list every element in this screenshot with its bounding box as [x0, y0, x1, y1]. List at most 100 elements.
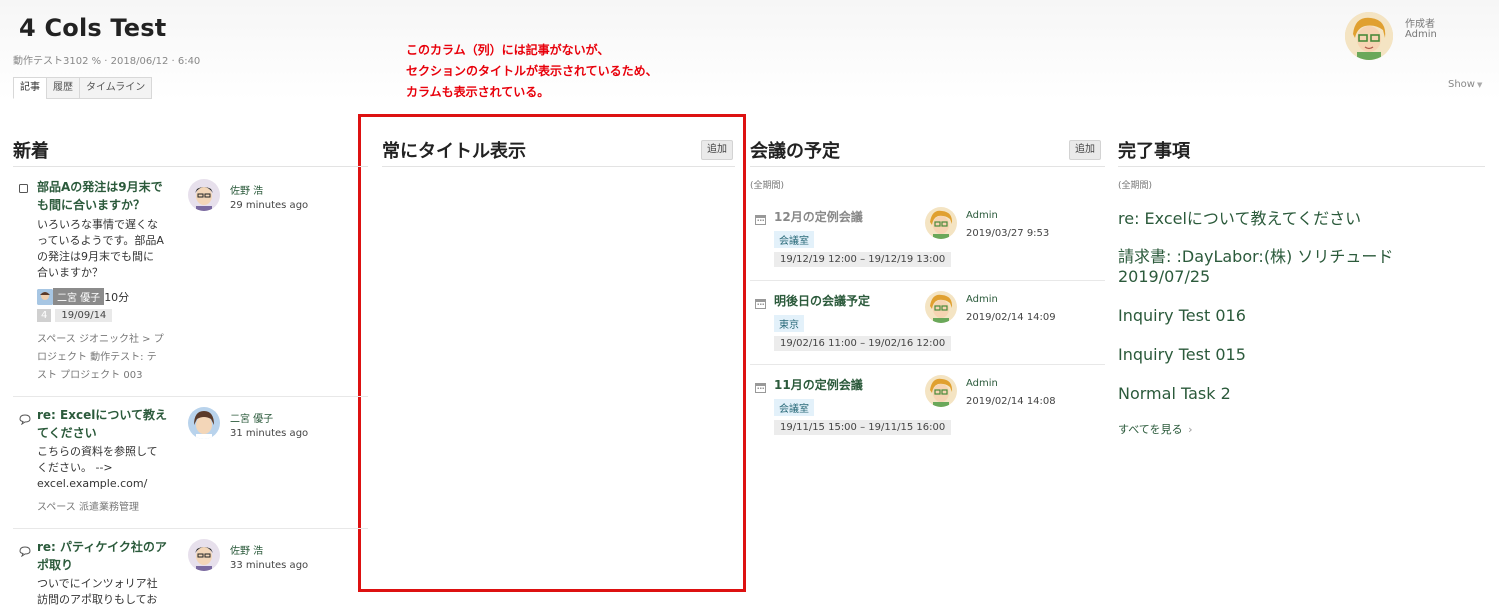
meeting-time-range: 19/11/15 15:00 – 19/11/15 16:00: [774, 420, 952, 435]
feed-item-body: こちらの資料を参照して ください。 --> excel.example.com/: [37, 444, 187, 492]
feed-item-space[interactable]: スペース 派遣業務管理: [37, 499, 139, 517]
author-avatar[interactable]: [1345, 12, 1393, 60]
count-badge: 4: [37, 309, 52, 322]
meeting-title[interactable]: 11月の定例会議: [774, 376, 863, 393]
meeting-time-range: 19/12/19 12:00 – 19/12/19 13:00: [774, 252, 952, 267]
admin-avatar[interactable]: [925, 375, 957, 407]
author-name[interactable]: Admin: [1405, 29, 1437, 40]
comment-icon: [19, 410, 31, 429]
feed-item-user[interactable]: 二宮 優子: [230, 410, 273, 425]
column-rule: [750, 166, 1105, 167]
comment-icon: [19, 542, 31, 561]
body-line: の発注は9月末でも間に: [37, 250, 154, 263]
user-avatar[interactable]: [188, 407, 220, 439]
period-label: (全期間): [1118, 181, 1153, 191]
done-item-link[interactable]: Inquiry Test 016: [1118, 306, 1246, 326]
page-tabs: 記事 履歴 タイムライン: [13, 77, 153, 99]
period-label: (全期間): [750, 181, 785, 191]
chevron-right-icon: ›: [1188, 423, 1193, 436]
calendar-icon: [755, 378, 766, 397]
item-divider: [13, 396, 368, 397]
calendar-icon: [755, 210, 766, 229]
meeting-user[interactable]: Admin: [966, 378, 998, 389]
column-title-always: 常にタイトル表示: [382, 141, 526, 162]
done-item-link[interactable]: 請求書: :DayLabor:(株) ソリチュード 2019/07/25: [1118, 247, 1393, 287]
column-title-done: 完了事項: [1118, 141, 1190, 162]
meeting-date: 2019/02/14 14:09: [966, 312, 1056, 323]
body-line: ついでにインツォリア社: [37, 577, 158, 590]
page-title: 4 Cols Test: [19, 14, 167, 42]
tab-articles[interactable]: 記事: [13, 77, 47, 99]
item-divider: [13, 528, 368, 529]
user-avatar[interactable]: [188, 539, 220, 571]
see-all-link[interactable]: すべてを見る ›: [1118, 421, 1192, 437]
assignee-chip[interactable]: 二宮 優子: [53, 288, 105, 305]
meeting-date: 2019/02/14 14:08: [966, 396, 1056, 407]
add-button[interactable]: 追加: [701, 140, 733, 160]
body-line: ください。 -->: [37, 461, 113, 474]
title-line: re: パティケイク社のア: [37, 540, 167, 554]
annotation-note: このカラム（列）には記事がないが、 セクションのタイトルが表示されているため、 …: [406, 43, 658, 99]
body-line: いろいろな事情で遅くな: [37, 218, 158, 231]
checkbox-icon[interactable]: [19, 179, 29, 198]
feed-item-time: 29 minutes ago: [230, 200, 309, 211]
body-line: こちらの資料を参照して: [37, 445, 158, 458]
add-button[interactable]: 追加: [1069, 140, 1101, 160]
tab-history[interactable]: 履歴: [46, 77, 80, 99]
page-meta: 動作テスト3102 % · 2018/06/12 · 6:40: [13, 56, 201, 67]
column-title-meetings: 会議の予定: [750, 141, 840, 162]
user-avatar[interactable]: [188, 179, 220, 211]
estimate-text: 10分: [104, 290, 130, 304]
due-row: 4 19/09/14: [37, 309, 113, 322]
space-line: スペース ジオニック社 > プ: [37, 334, 164, 345]
done-item-link[interactable]: Inquiry Test 015: [1118, 345, 1246, 365]
column-title-new: 新着: [13, 141, 49, 162]
done-item-link[interactable]: re: Excelについて教えてください: [1118, 209, 1361, 229]
admin-avatar[interactable]: [925, 207, 957, 239]
feed-item-space[interactable]: スペース ジオニック社 > プ ロジェクト 動作テスト: テ スト プロジェクト…: [37, 331, 187, 385]
admin-avatar[interactable]: [925, 291, 957, 323]
tab-timeline[interactable]: タイムライン: [79, 77, 153, 99]
page-header-background: [0, 0, 1499, 100]
see-all-label: すべてを見る: [1118, 423, 1183, 436]
meeting-location-tag: 東京: [774, 315, 804, 332]
author-label: 作成者: [1405, 19, 1435, 30]
show-label: Show: [1448, 79, 1475, 90]
item-divider: [750, 280, 1105, 281]
title-line: も間に合いますか？: [37, 198, 146, 212]
meeting-user[interactable]: Admin: [966, 210, 998, 221]
feed-item-body: ついでにインツォリア社 訪問のアポ取りもしてお: [37, 576, 187, 608]
meeting-title[interactable]: 12月の定例会議: [774, 208, 863, 225]
feed-item-title[interactable]: re: Excelについて教え てください: [37, 406, 182, 442]
meeting-title[interactable]: 明後日の会議予定: [774, 292, 870, 309]
column-rule: [13, 166, 368, 167]
column-rule: [382, 166, 735, 167]
feed-item-title[interactable]: 部品Aの発注は9月末で も間に合いますか？: [37, 178, 182, 214]
show-menu-button[interactable]: Show ▼: [1448, 79, 1482, 90]
assignee-avatar: [37, 288, 53, 305]
title-line: ポ取り: [37, 558, 74, 572]
body-line: 合いますか？: [37, 266, 103, 279]
assignee-row: 二宮 優子 10分: [37, 288, 129, 305]
title-line: てください: [37, 426, 97, 440]
caret-down-icon: ▼: [1476, 81, 1483, 89]
meeting-location-tag: 会議室: [774, 399, 814, 416]
space-line: ロジェクト 動作テスト: テ: [37, 352, 157, 363]
body-line: 訪問のアポ取りもしてお: [37, 593, 158, 606]
column-rule: [1118, 166, 1485, 167]
feed-item-user[interactable]: 佐野 浩: [230, 182, 263, 197]
feed-item-title[interactable]: re: パティケイク社のア ポ取り: [37, 538, 182, 574]
done-item-link[interactable]: Normal Task 2: [1118, 384, 1231, 404]
feed-item-user[interactable]: 佐野 浩: [230, 542, 263, 557]
space-line: スト プロジェクト 003: [37, 370, 143, 381]
calendar-icon: [755, 294, 766, 313]
body-line: excel.example.com/: [37, 477, 148, 490]
meeting-user[interactable]: Admin: [966, 294, 998, 305]
item-divider: [750, 364, 1105, 365]
meeting-time-range: 19/02/16 11:00 – 19/02/16 12:00: [774, 336, 952, 351]
space-line: スペース 派遣業務管理: [37, 502, 139, 513]
due-date-chip: 19/09/14: [55, 309, 113, 322]
feed-item-time: 33 minutes ago: [230, 560, 309, 571]
title-line: 部品Aの発注は9月末で: [37, 180, 163, 194]
annotation-highlight-box: [358, 114, 746, 592]
